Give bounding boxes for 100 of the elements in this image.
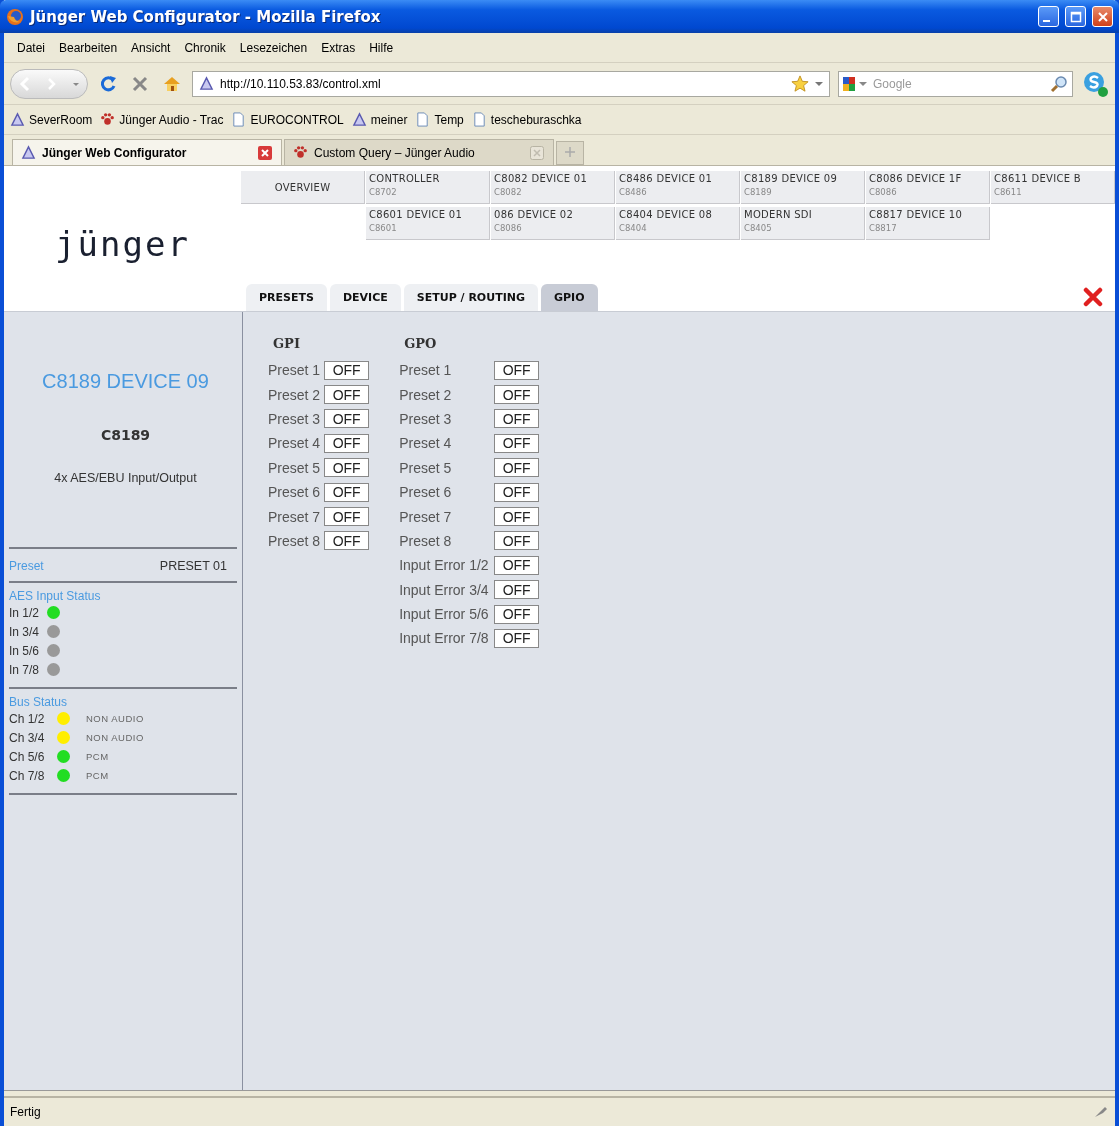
triangle-icon <box>351 112 367 127</box>
address-bar[interactable]: http://10.110.53.83/control.xml <box>192 70 830 97</box>
gpio-label: Preset 7 <box>399 508 453 525</box>
triangle-icon <box>10 112 25 127</box>
page-tab[interactable]: DEVICE <box>329 284 401 311</box>
state-toggle[interactable]: OFF <box>494 507 540 527</box>
paw-icon <box>100 112 116 127</box>
device-button[interactable]: C8404 DEVICE 08 C8404 <box>616 207 740 240</box>
device-button[interactable]: MODERN SDI C8405 <box>741 207 865 240</box>
maximize-icon <box>1069 10 1082 23</box>
device-button[interactable]: C8086 DEVICE 1F C8086 <box>866 171 990 204</box>
close-icon[interactable] <box>1083 287 1103 307</box>
page-tab[interactable]: SETUP / ROUTING <box>403 284 538 311</box>
bookmark[interactable]: EUROCONTROL <box>231 112 344 127</box>
gpio-label: Preset 7 <box>268 508 321 525</box>
plus-icon <box>564 145 576 158</box>
overview-button[interactable]: OVERVIEW <box>241 171 365 204</box>
state-toggle[interactable]: OFF <box>494 433 540 453</box>
state-toggle[interactable]: OFF <box>494 385 540 405</box>
menu-item[interactable]: Lesezeichen <box>232 40 315 55</box>
gpio-label: Preset 8 <box>399 532 453 549</box>
state-toggle[interactable]: OFF <box>494 580 540 600</box>
close-tab-icon[interactable] <box>257 144 273 161</box>
state-toggle[interactable]: OFF <box>494 458 540 478</box>
device-button[interactable]: C8082 DEVICE 01 C8082 <box>491 171 615 204</box>
format-label: NON AUDIO <box>86 713 144 724</box>
logo: jünger <box>55 222 190 264</box>
menu-item[interactable]: Ansicht <box>124 40 178 55</box>
device-button[interactable]: 086 DEVICE 02 C8086 <box>491 207 615 240</box>
bookmark[interactable]: Temp <box>415 112 464 127</box>
state-toggle[interactable]: OFF <box>324 385 370 405</box>
state-toggle[interactable]: OFF <box>324 531 370 551</box>
state-toggle[interactable]: OFF <box>494 629 540 648</box>
gpio-label: Preset 5 <box>399 459 453 476</box>
device-button[interactable]: CONTROLLER C8702 <box>366 171 490 204</box>
device-button[interactable]: C8611 DEVICE B C8611 <box>991 171 1115 204</box>
state-toggle[interactable]: OFF <box>494 555 540 575</box>
gpio-label: Preset 6 <box>399 484 453 501</box>
format-label: PCM <box>86 751 109 762</box>
state-toggle[interactable]: OFF <box>324 433 370 453</box>
bookmark[interactable]: Jünger Audio - Trac <box>100 112 224 127</box>
device-button[interactable]: C8189 DEVICE 09 C8189 <box>741 171 865 204</box>
state-toggle[interactable]: OFF <box>324 507 370 527</box>
device-button[interactable]: C8817 DEVICE 10 C8817 <box>866 207 990 240</box>
browser-tab[interactable]: Jünger Web Configurator <box>12 139 282 165</box>
channel-label: Ch 3/4 <box>9 730 46 745</box>
triangle-icon <box>21 145 36 160</box>
menu-item[interactable]: Hilfe <box>362 40 401 55</box>
gpio-label: Input Error 1/2 <box>399 557 490 574</box>
device-button[interactable]: C8601 DEVICE 01 C8601 <box>366 207 490 240</box>
device-button[interactable]: C8486 DEVICE 01 C8486 <box>616 171 740 204</box>
search-engine-icon[interactable] <box>843 76 855 91</box>
minimize-icon <box>1043 19 1050 22</box>
gpio-label: Preset 6 <box>268 484 321 501</box>
dropdown-icon[interactable] <box>859 80 867 87</box>
state-toggle[interactable]: OFF <box>494 531 540 551</box>
menu-item[interactable]: Extras <box>314 40 363 55</box>
browser-tab[interactable]: Custom Query – Jünger Audio <box>284 139 554 165</box>
triangle-icon <box>199 76 214 91</box>
bookmark[interactable]: meiner <box>351 112 408 127</box>
menu-item[interactable]: Chronik <box>177 40 233 55</box>
search-bar[interactable]: Google <box>838 70 1073 97</box>
state-toggle[interactable]: OFF <box>324 409 370 429</box>
channel-label: Ch 1/2 <box>9 711 46 726</box>
state-toggle[interactable]: OFF <box>324 482 370 502</box>
state-toggle[interactable]: OFF <box>494 482 540 502</box>
minimize-button[interactable] <box>1038 6 1059 27</box>
page-tab[interactable]: PRESETS <box>246 284 327 311</box>
section-title: Bus Status <box>9 695 69 709</box>
page-icon <box>471 112 487 127</box>
star-icon[interactable] <box>791 74 809 93</box>
firefox-logo-icon <box>6 7 24 26</box>
status-text: Fertig <box>10 1105 42 1119</box>
page-tab[interactable]: GPIO <box>540 284 598 311</box>
close-button[interactable] <box>1092 6 1113 27</box>
gpio-label: Preset 2 <box>268 386 321 403</box>
gpio-label: Preset 1 <box>399 362 453 379</box>
input-label: In 7/8 <box>9 662 40 677</box>
menu-item[interactable]: Datei <box>10 40 52 55</box>
device-description: 4x AES/EBU Input/Output <box>53 471 198 485</box>
skype-icon[interactable] <box>1081 69 1109 98</box>
input-label: In 3/4 <box>9 624 40 639</box>
state-toggle[interactable]: OFF <box>494 409 540 429</box>
state-toggle[interactable]: OFF <box>324 458 370 478</box>
gpio-label: Preset 4 <box>399 435 453 452</box>
channel-label: Ch 5/6 <box>9 749 46 764</box>
state-toggle[interactable]: OFF <box>324 360 370 380</box>
format-label: PCM <box>86 770 109 781</box>
maximize-button[interactable] <box>1065 6 1086 27</box>
device-name: C8189 DEVICE 09 <box>41 370 210 393</box>
search-icon[interactable] <box>1050 74 1068 93</box>
dropdown-icon[interactable] <box>815 80 823 87</box>
state-toggle[interactable]: OFF <box>494 360 540 380</box>
state-toggle[interactable]: OFF <box>494 604 540 624</box>
bookmark[interactable]: SeverRoom <box>10 112 93 127</box>
gpio-label: Preset 3 <box>399 410 453 427</box>
page-icon <box>415 112 431 127</box>
bookmark[interactable]: tescheburaschka <box>471 112 582 127</box>
search-field[interactable]: Google <box>871 75 1046 92</box>
menu-item[interactable]: Bearbeiten <box>52 40 125 55</box>
